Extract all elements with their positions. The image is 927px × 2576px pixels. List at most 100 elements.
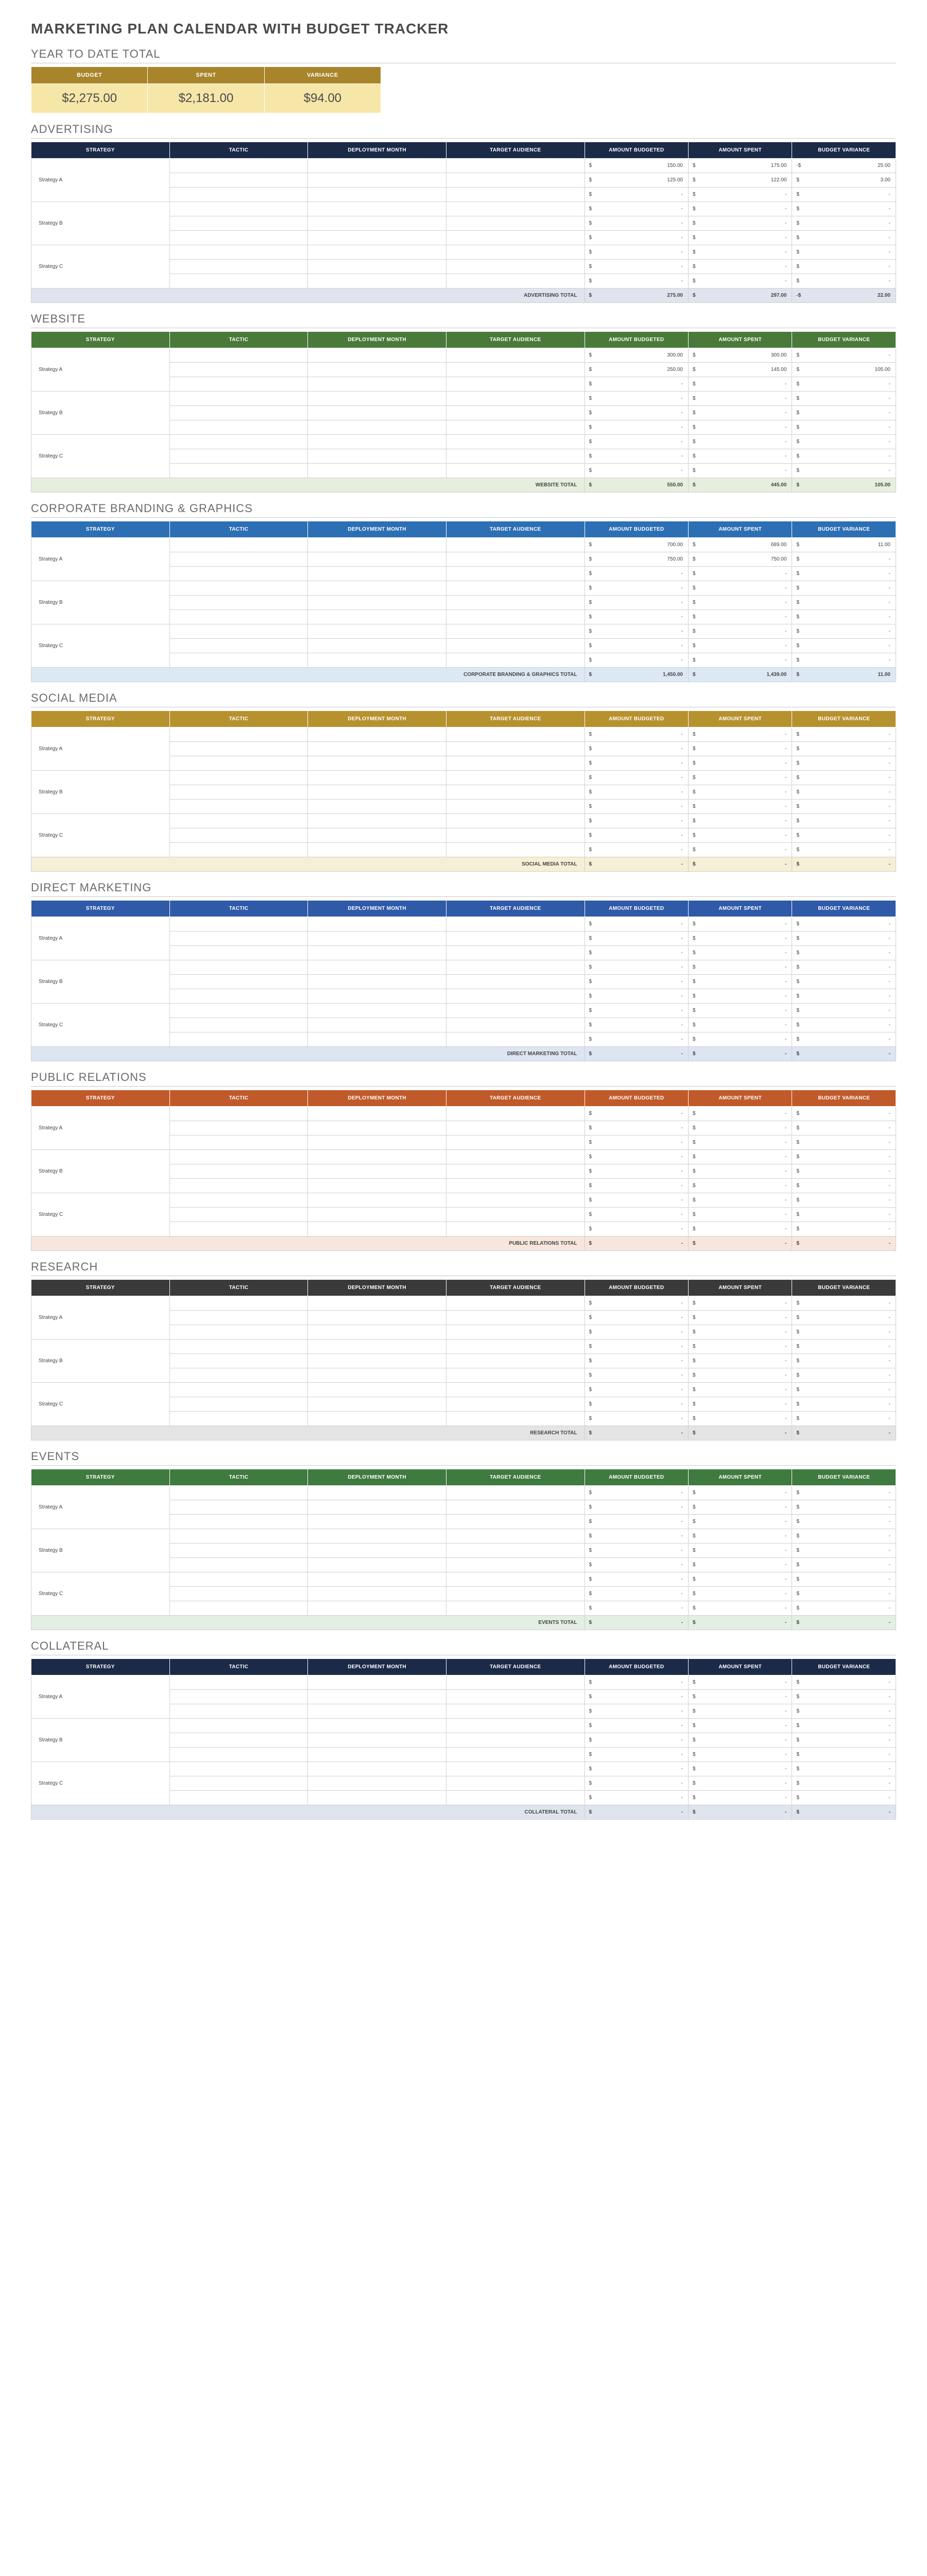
blank-cell — [169, 814, 308, 828]
blank-cell — [446, 989, 585, 1004]
strategy-cell: Strategy A — [31, 1296, 170, 1340]
amount-cell: $- — [585, 814, 688, 828]
strategy-cell: Strategy A — [31, 1107, 170, 1150]
ytd-header-spent: SPENT — [148, 67, 264, 84]
amount-cell: -$25.00 — [792, 159, 896, 173]
col-header-strategy: STRATEGY — [31, 521, 170, 538]
blank-cell — [169, 1412, 308, 1426]
col-header-audience: TARGET AUDIENCE — [446, 332, 585, 348]
blank-cell — [308, 245, 447, 260]
amount-cell: $- — [688, 1397, 792, 1412]
table-row: Strategy A$300.00$300.00$- — [31, 348, 896, 363]
amount-cell: $- — [792, 552, 896, 567]
amount-cell: $- — [792, 1748, 896, 1762]
amount-cell: $- — [792, 1558, 896, 1572]
blank-cell — [308, 624, 447, 639]
strategy-cell: Strategy C — [31, 814, 170, 857]
amount-cell: $- — [688, 1805, 792, 1820]
amount-cell: $- — [585, 260, 688, 274]
blank-cell — [308, 917, 447, 931]
amount-cell: $- — [792, 828, 896, 843]
amount-cell: $- — [792, 1107, 896, 1121]
total-row: CORPORATE BRANDING & GRAPHICS TOTAL$1,45… — [31, 668, 896, 682]
amount-cell: $- — [792, 1397, 896, 1412]
blank-cell — [169, 917, 308, 931]
blank-cell — [169, 538, 308, 552]
strategy-cell: Strategy A — [31, 348, 170, 392]
amount-cell: $- — [688, 1004, 792, 1018]
col-header-tactic: TACTIC — [169, 901, 308, 917]
amount-cell: $- — [688, 1733, 792, 1748]
amount-cell: $- — [585, 1762, 688, 1776]
blank-cell — [308, 377, 447, 392]
blank-cell — [308, 975, 447, 989]
total-label: PUBLIC RELATIONS TOTAL — [31, 1236, 585, 1251]
blank-cell — [308, 771, 447, 785]
blank-cell — [308, 1544, 447, 1558]
section-table-pr: STRATEGYTACTICDEPLOYMENT MONTHTARGET AUD… — [31, 1090, 896, 1251]
blank-cell — [169, 1032, 308, 1047]
blank-cell — [308, 814, 447, 828]
blank-cell — [169, 1222, 308, 1236]
blank-cell — [446, 742, 585, 756]
table-row: Strategy A$150.00$175.00-$25.00 — [31, 159, 896, 173]
blank-cell — [169, 1704, 308, 1719]
blank-cell — [446, 1558, 585, 1572]
table-row: Strategy C$-$-$- — [31, 624, 896, 639]
amount-cell: $- — [792, 1325, 896, 1340]
amount-cell: $- — [792, 1529, 896, 1544]
amount-cell: $- — [792, 274, 896, 289]
amount-cell: $- — [688, 653, 792, 668]
amount-cell: $105.00 — [792, 478, 896, 493]
section-title-events: EVENTS — [31, 1450, 896, 1466]
blank-cell — [169, 377, 308, 392]
blank-cell — [308, 260, 447, 274]
strategy-cell: Strategy B — [31, 960, 170, 1004]
col-header-strategy: STRATEGY — [31, 1659, 170, 1675]
amount-cell: $- — [792, 931, 896, 946]
amount-cell: $- — [792, 857, 896, 872]
amount-cell: $- — [585, 1018, 688, 1032]
amount-cell: $700.00 — [585, 538, 688, 552]
amount-cell: $- — [792, 1500, 896, 1515]
amount-cell: $- — [585, 1179, 688, 1193]
amount-cell: $- — [585, 1340, 688, 1354]
blank-cell — [169, 420, 308, 435]
amount-cell: $- — [792, 1601, 896, 1616]
amount-cell: $- — [792, 1136, 896, 1150]
section-table-research: STRATEGYTACTICDEPLOYMENT MONTHTARGET AUD… — [31, 1279, 896, 1440]
blank-cell — [308, 216, 447, 231]
amount-cell: $- — [688, 975, 792, 989]
amount-cell: $- — [585, 245, 688, 260]
amount-cell: $- — [688, 1601, 792, 1616]
col-header-spent: AMOUNT SPENT — [688, 142, 792, 159]
col-header-month: DEPLOYMENT MONTH — [308, 142, 447, 159]
blank-cell — [446, 420, 585, 435]
total-label: COLLATERAL TOTAL — [31, 1805, 585, 1820]
amount-cell: $- — [585, 274, 688, 289]
blank-cell — [308, 946, 447, 960]
total-label: WEBSITE TOTAL — [31, 478, 585, 493]
total-row: ADVERTISING TOTAL$275.00$297.00-$22.00 — [31, 289, 896, 303]
table-row: Strategy B$-$-$- — [31, 1150, 896, 1164]
table-row: Strategy C$-$-$- — [31, 1383, 896, 1397]
total-label: EVENTS TOTAL — [31, 1616, 585, 1630]
amount-cell: $- — [585, 1296, 688, 1311]
amount-cell: $- — [688, 567, 792, 581]
blank-cell — [169, 1601, 308, 1616]
col-header-audience: TARGET AUDIENCE — [446, 901, 585, 917]
col-header-strategy: STRATEGY — [31, 142, 170, 159]
amount-cell: $- — [585, 1047, 688, 1061]
blank-cell — [446, 946, 585, 960]
amount-cell: $- — [585, 1222, 688, 1236]
amount-cell: $275.00 — [585, 289, 688, 303]
col-header-variance: BUDGET VARIANCE — [792, 1280, 896, 1296]
strategy-cell: Strategy B — [31, 1719, 170, 1762]
amount-cell: $- — [585, 1558, 688, 1572]
table-row: Strategy C$-$-$- — [31, 435, 896, 449]
amount-cell: $- — [792, 814, 896, 828]
amount-cell: $- — [792, 245, 896, 260]
amount-cell: $- — [585, 1397, 688, 1412]
amount-cell: $105.00 — [792, 363, 896, 377]
amount-cell: $- — [585, 1208, 688, 1222]
